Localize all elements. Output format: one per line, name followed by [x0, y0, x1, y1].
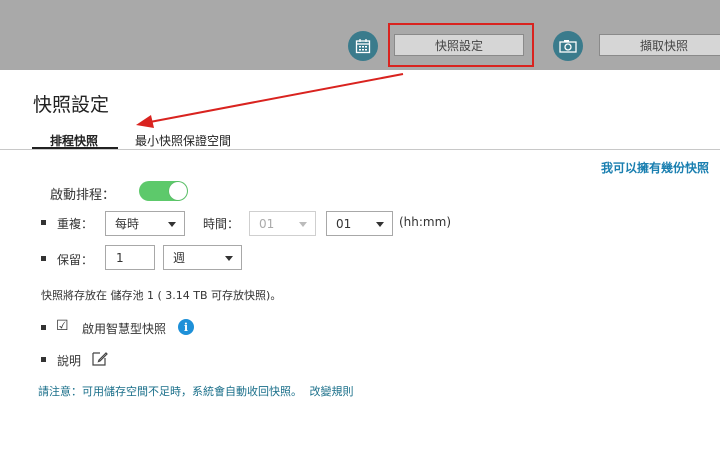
- annotation-arrow: [136, 73, 404, 128]
